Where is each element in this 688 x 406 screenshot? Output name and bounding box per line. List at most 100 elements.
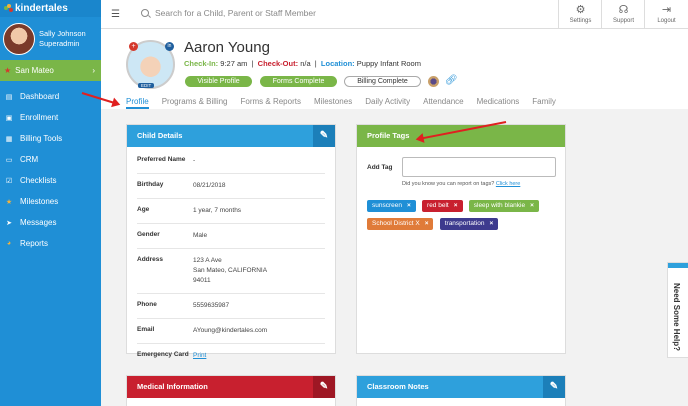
headset-icon: ☊ bbox=[618, 4, 629, 16]
detail-row: Gender Male bbox=[137, 224, 325, 249]
print-link[interactable]: Print bbox=[193, 352, 206, 359]
nav-item-enrollment[interactable]: ▣ Enrollment bbox=[0, 107, 101, 128]
forms-complete-badge[interactable]: Forms Complete bbox=[260, 76, 337, 87]
detail-key: Birthday bbox=[137, 181, 164, 188]
tab-programs-billing[interactable]: Programs & Billing bbox=[162, 97, 228, 109]
tag-label: red belt bbox=[427, 202, 449, 209]
user-avatar bbox=[3, 22, 35, 55]
detail-row: Preferred Name - bbox=[137, 149, 325, 174]
crm-icon: ▭ bbox=[5, 156, 13, 164]
help-tab-label: Need Some Help? bbox=[672, 283, 681, 352]
location-star-icon: ★ bbox=[4, 66, 12, 75]
detail-value: - bbox=[193, 157, 196, 164]
tag-chip[interactable]: sleep with blankie × bbox=[468, 200, 539, 212]
main-nav: ▤ Dashboard ▣ Enrollment ▦ Billing Tools ▭ C… bbox=[0, 86, 101, 254]
nav-label: Messages bbox=[20, 218, 57, 227]
click-here-link[interactable]: Click here bbox=[496, 181, 520, 187]
user-name: Sally Johnson bbox=[39, 28, 86, 38]
add-tag-input[interactable] bbox=[402, 157, 556, 177]
tag-chip[interactable]: sunscreen × bbox=[367, 200, 416, 212]
nav-label: Dashboard bbox=[20, 92, 60, 101]
close-icon[interactable]: × bbox=[407, 202, 411, 209]
room-avatar-icon[interactable] bbox=[428, 76, 439, 87]
detail-value: AYoung@kindertales.com bbox=[193, 327, 268, 334]
close-icon[interactable]: × bbox=[454, 202, 458, 209]
user-card[interactable]: Sally Johnson Superadmin bbox=[0, 17, 101, 60]
card-header: Medical Information ✎ bbox=[127, 376, 335, 398]
dashboard-icon: ▤ bbox=[5, 93, 13, 101]
tab-forms-reports[interactable]: Forms & Reports bbox=[241, 97, 301, 109]
add-tag-label: Add Tag bbox=[367, 164, 393, 171]
detail-row: Birthday 08/21/2018 bbox=[137, 174, 325, 199]
nav-label: Enrollment bbox=[20, 113, 59, 122]
logout-button[interactable]: ⇥ Logout bbox=[644, 0, 688, 29]
tab-milestones[interactable]: Milestones bbox=[314, 97, 352, 109]
detail-row: Age 1 year, 7 months bbox=[137, 199, 325, 224]
checkout-label: Check-Out: bbox=[257, 59, 299, 68]
nav-label: Checklists bbox=[20, 176, 57, 185]
profile-tags-card: Profile Tags Add Tag Did you know you ca… bbox=[356, 124, 566, 354]
detail-row: Email AYoung@kindertales.com bbox=[137, 319, 325, 344]
brand-logo[interactable]: kindertales bbox=[0, 0, 101, 17]
location-selector[interactable]: ★ San Mateo › bbox=[0, 60, 101, 81]
tag-label: transportation bbox=[444, 220, 485, 227]
nav-item-checklists[interactable]: ☑ Checklists bbox=[0, 170, 101, 191]
tag-chip[interactable]: red belt × bbox=[422, 200, 463, 212]
detail-row: Emergency Card Print bbox=[137, 344, 325, 368]
help-tab[interactable]: Need Some Help? bbox=[667, 262, 688, 358]
tag-chip[interactable]: School District X × bbox=[367, 218, 434, 230]
nav-label: Billing Tools bbox=[20, 134, 63, 143]
nav-item-milestones[interactable]: ★ Milestones bbox=[0, 191, 101, 212]
tab-profile[interactable]: Profile bbox=[126, 97, 149, 109]
checkout-value: n/a bbox=[300, 59, 311, 68]
billing-complete-badge[interactable]: Billing Complete bbox=[344, 76, 421, 87]
medical-alert-icon[interactable]: + bbox=[129, 42, 138, 51]
nav-item-dashboard[interactable]: ▤ Dashboard bbox=[0, 86, 101, 107]
edit-pencil-icon[interactable]: ✎ bbox=[543, 376, 565, 398]
settings-button[interactable]: ⚙ Settings bbox=[558, 0, 602, 29]
child-name: Aaron Young bbox=[184, 39, 270, 56]
tag-label: School District X bbox=[372, 220, 420, 227]
tag-hint: Did you know you can report on tags? Cli… bbox=[402, 181, 520, 187]
send-icon: ➤ bbox=[6, 219, 12, 227]
nav-item-billing-tools[interactable]: ▦ Billing Tools bbox=[0, 128, 101, 149]
visible-profile-badge[interactable]: Visible Profile bbox=[185, 76, 252, 87]
tab-daily-activity[interactable]: Daily Activity bbox=[365, 97, 410, 109]
address-line: 94011 bbox=[193, 277, 211, 284]
address-line: San Mateo, CALIFORNIA bbox=[193, 267, 268, 274]
detail-key: Address bbox=[137, 256, 164, 263]
address-value: 123 A Ave San Mateo, CALIFORNIA 94011 bbox=[193, 256, 267, 286]
star-icon: ★ bbox=[5, 198, 13, 206]
detail-value: Male bbox=[193, 232, 208, 239]
link-icon[interactable]: 🔗︎ bbox=[445, 75, 458, 86]
tab-family[interactable]: Family bbox=[532, 97, 556, 109]
edit-pencil-icon[interactable]: ✎ bbox=[313, 125, 335, 147]
tag-label: sunscreen bbox=[372, 202, 402, 209]
support-button[interactable]: ☊ Support bbox=[601, 0, 645, 29]
nav-item-crm[interactable]: ▭ CRM bbox=[0, 149, 101, 170]
card-header: Child Details ✎ bbox=[127, 125, 335, 147]
tab-medications[interactable]: Medications bbox=[477, 97, 520, 109]
close-icon[interactable]: × bbox=[530, 202, 534, 209]
search-input[interactable]: Search for a Child, Parent or Staff Memb… bbox=[141, 8, 316, 18]
close-icon[interactable]: × bbox=[425, 220, 429, 227]
detail-key: Gender bbox=[137, 231, 160, 238]
menu-icon[interactable]: ☰ bbox=[111, 9, 120, 20]
edit-photo-button[interactable]: EDIT bbox=[138, 83, 155, 88]
detail-value: 08/21/2018 bbox=[193, 182, 226, 189]
detail-row: Address 123 A Ave San Mateo, CALIFORNIA 94… bbox=[137, 249, 325, 294]
billing-icon: ▦ bbox=[5, 135, 13, 143]
location-label: San Mateo bbox=[15, 66, 54, 75]
nav-item-messages[interactable]: ➤ Messages bbox=[0, 212, 101, 233]
child-header: EDIT + in Aaron Young Check-In: 9:27 am … bbox=[101, 29, 688, 109]
detail-key: Email bbox=[137, 326, 155, 333]
tag-chip[interactable]: transportation × bbox=[439, 218, 499, 230]
detail-value: 1 year, 7 months bbox=[193, 207, 242, 214]
info-badge-icon[interactable]: in bbox=[165, 42, 174, 51]
nav-item-reports[interactable]: ◕ Reports bbox=[0, 233, 101, 254]
tab-attendance[interactable]: Attendance bbox=[423, 97, 463, 109]
close-icon[interactable]: × bbox=[489, 220, 493, 227]
edit-pencil-icon[interactable]: ✎ bbox=[313, 376, 335, 398]
topbar: ☰ Search for a Child, Parent or Staff Me… bbox=[101, 0, 688, 29]
gear-icon: ⚙ bbox=[575, 4, 586, 16]
